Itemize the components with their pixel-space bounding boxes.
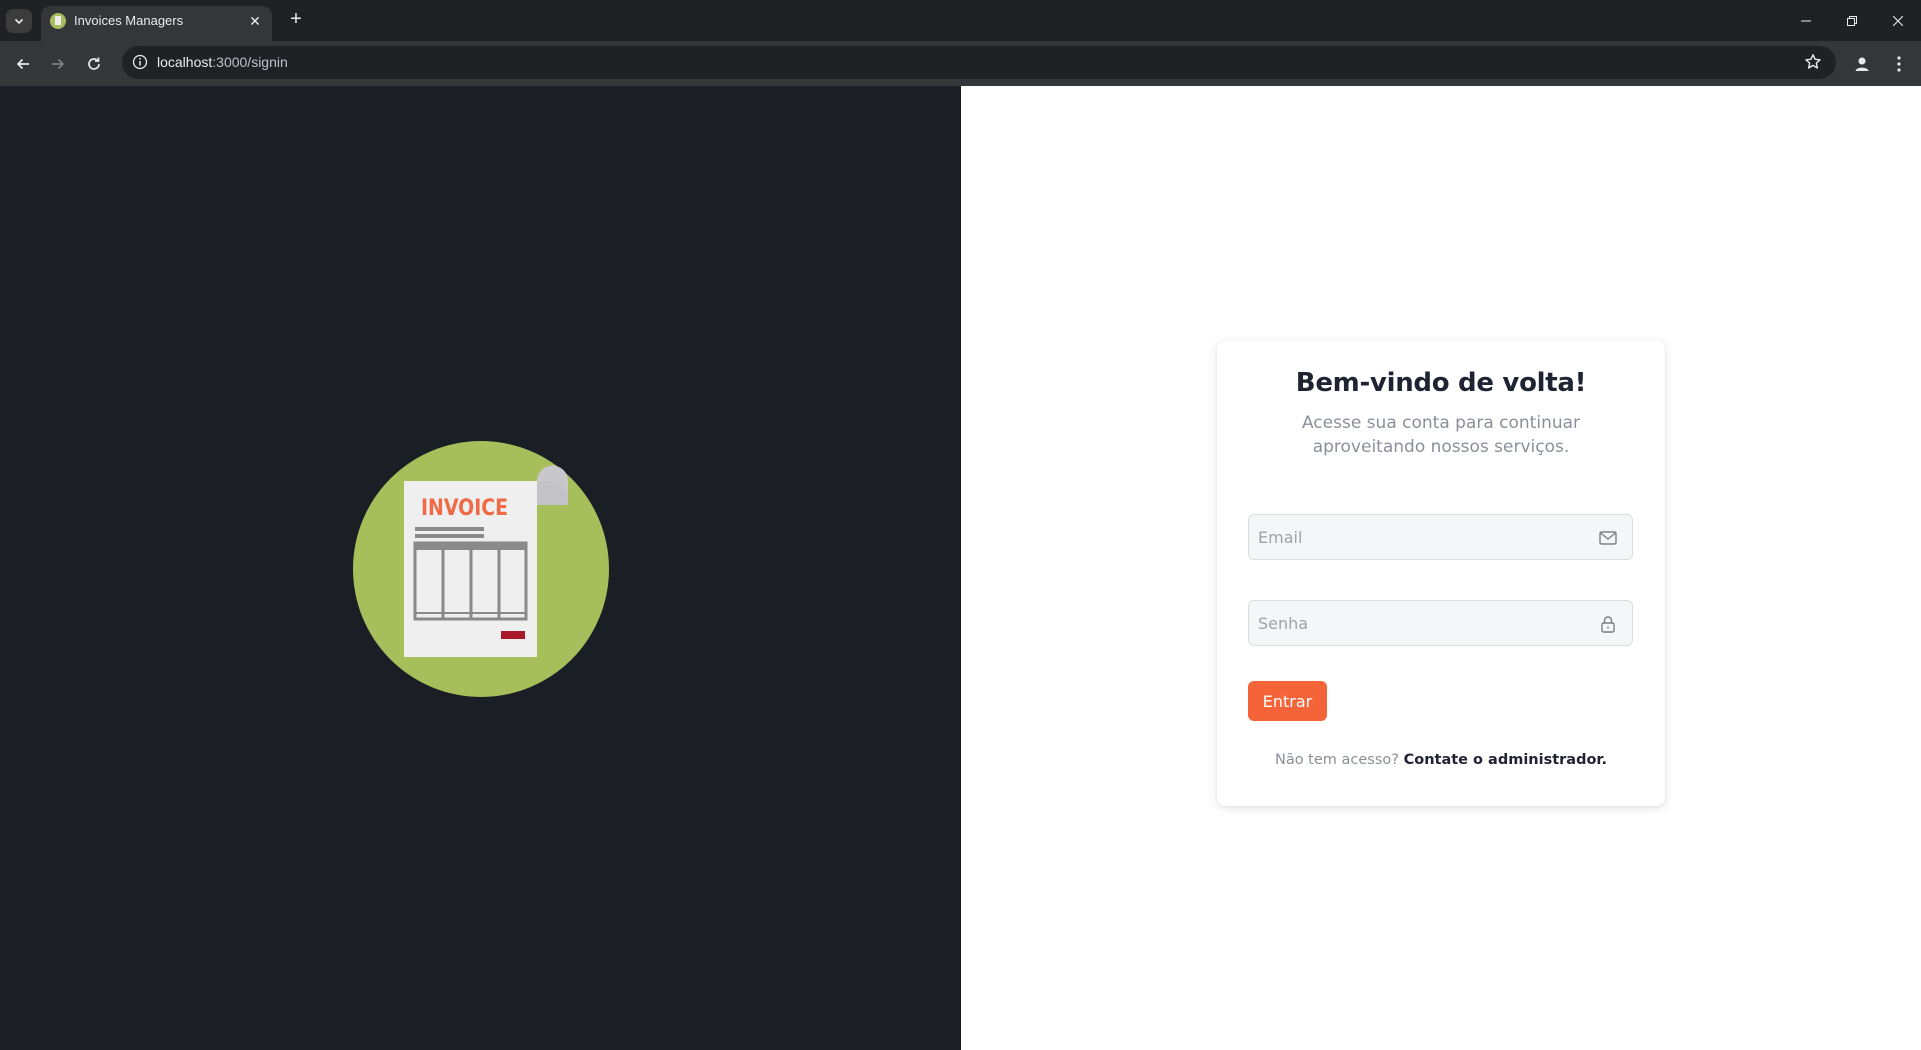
minimize-icon: [1801, 20, 1811, 21]
profile-icon: [1855, 57, 1869, 71]
reload-icon: [88, 57, 100, 70]
access-prompt: Não tem acesso?: [1274, 752, 1399, 768]
arrow-right-icon: [52, 58, 65, 70]
login-card: Bem-vindo de volta! Acesse sua conta par…: [1217, 341, 1665, 806]
login-title: Bem-vindo de volta!: [1295, 368, 1587, 398]
close-window-button[interactable]: [1875, 0, 1921, 41]
invoice-label: INVOICE: [421, 496, 508, 521]
close-icon: [1893, 15, 1903, 26]
address-bar[interactable]: localhost:3000/signin: [122, 46, 1836, 79]
bookmark-star-icon[interactable]: [1804, 53, 1822, 71]
login-panel: Bem-vindo de volta! Acesse sua conta par…: [961, 86, 1921, 1050]
reload-button[interactable]: [80, 50, 108, 78]
lock-icon: [1601, 616, 1615, 633]
url-text: localhost:3000/signin: [157, 54, 288, 70]
access-help-text: Não tem acesso? Contate o administrador.: [1217, 752, 1665, 768]
tab-close-icon[interactable]: ✕: [246, 12, 264, 30]
more-vertical-icon: [1897, 56, 1901, 72]
mail-icon: [1599, 531, 1617, 545]
back-button[interactable]: [9, 50, 37, 78]
info-icon[interactable]: [132, 54, 148, 70]
signin-page: INVOICE Bem-vindo de volta! Acesse sua c…: [0, 86, 1921, 1050]
arrow-left-icon: [16, 58, 29, 70]
password-input[interactable]: [1249, 601, 1632, 645]
email-input[interactable]: [1249, 515, 1632, 559]
email-field: [1248, 514, 1633, 560]
favicon-icon: [50, 13, 66, 29]
restore-icon: [1847, 15, 1857, 26]
invoice-illustration: INVOICE: [353, 441, 609, 697]
new-tab-button[interactable]: +: [284, 8, 308, 32]
chevron-down-icon: [14, 18, 24, 25]
hero-panel: INVOICE: [0, 86, 961, 1050]
browser-toolbar: localhost:3000/signin: [0, 41, 1921, 86]
browser-tab[interactable]: Invoices Managers ✕: [41, 6, 272, 41]
forward-button[interactable]: [44, 50, 72, 78]
browser-menu-button[interactable]: [1886, 51, 1912, 77]
tab-search-button[interactable]: [6, 9, 32, 33]
password-field: [1248, 600, 1633, 646]
signin-button[interactable]: Entrar: [1248, 681, 1327, 721]
profile-button[interactable]: [1849, 51, 1875, 77]
minimize-button[interactable]: [1783, 0, 1829, 41]
invoice-total-mark: [501, 631, 525, 639]
login-subtitle: Acesse sua conta para continuar aproveit…: [1301, 413, 1581, 457]
contact-admin-link[interactable]: Contate o administrador.: [1404, 752, 1607, 768]
tab-title: Invoices Managers: [74, 13, 184, 28]
restore-button[interactable]: [1829, 0, 1875, 41]
browser-tab-strip: Invoices Managers ✕ +: [0, 0, 1921, 41]
